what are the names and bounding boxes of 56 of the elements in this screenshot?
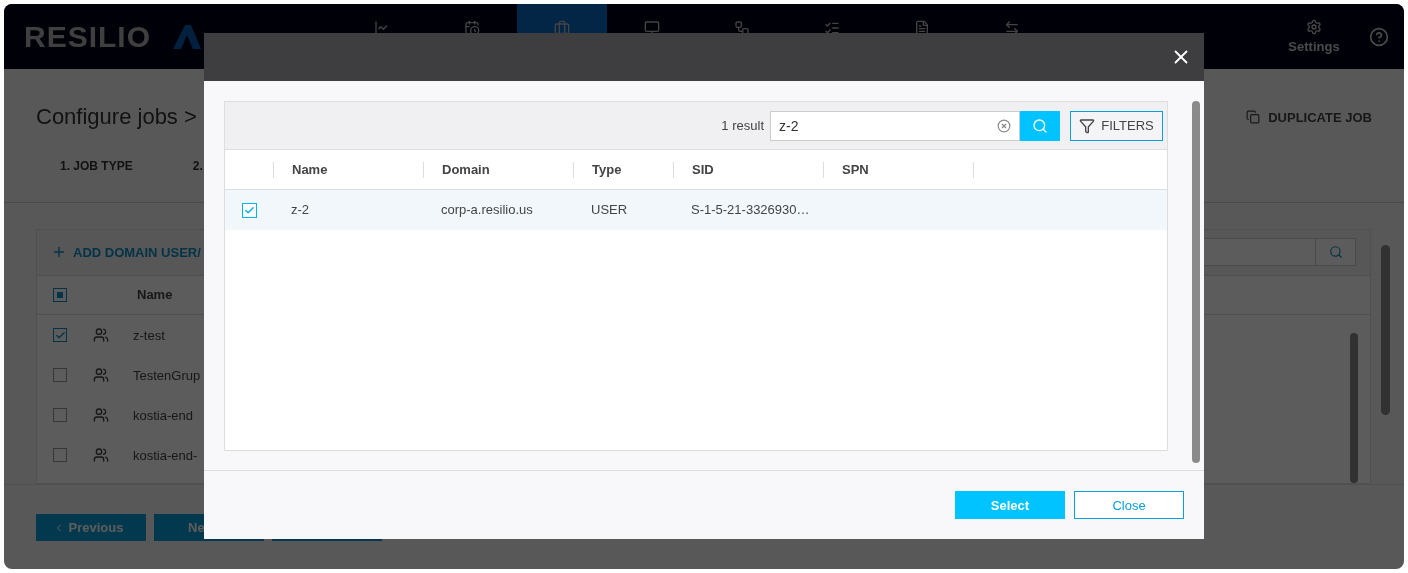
row-checkbox[interactable] <box>53 328 67 342</box>
table-cell: z-test <box>133 327 165 343</box>
settings-button[interactable]: Settings <box>1274 19 1354 54</box>
previous-button[interactable]: Previous <box>36 514 146 541</box>
table-cell: TestenGrup <box>133 367 201 383</box>
logo: RESILIO <box>24 19 151 54</box>
scrollbar[interactable] <box>1192 101 1200 463</box>
scrollbar[interactable] <box>1381 245 1390 415</box>
duplicate-job-button[interactable]: DUPLICATE JOB <box>1246 109 1372 125</box>
group-icon <box>93 447 109 463</box>
select-button[interactable]: Select <box>955 491 1065 519</box>
checkmark-icon <box>243 204 255 216</box>
search-icon <box>1328 245 1343 260</box>
scrollbar[interactable] <box>1350 333 1358 483</box>
filters-button[interactable]: FILTERS <box>1070 110 1163 141</box>
search-button[interactable] <box>1020 110 1060 141</box>
nav-icon <box>914 20 930 36</box>
nav-icon <box>734 20 750 36</box>
close-button[interactable]: Close <box>1074 491 1184 519</box>
nav-icon <box>464 20 480 36</box>
table-cell: kostia-end- <box>133 447 198 463</box>
add-domain-user-button[interactable]: ADD DOMAIN USER/ <box>51 244 201 261</box>
search-field[interactable]: z-2 <box>770 110 1020 141</box>
table-cell: kostia-end <box>133 407 193 423</box>
group-icon <box>93 367 109 383</box>
table-cell: z-2 <box>291 202 310 217</box>
column-header: SPN <box>823 161 973 178</box>
row-checkbox[interactable] <box>53 368 67 382</box>
nav-icon <box>824 20 840 36</box>
row-checkbox[interactable] <box>241 202 257 218</box>
column-header: Name <box>273 161 423 178</box>
result-count: 1 result <box>721 118 764 133</box>
column-header: Domain <box>423 161 573 178</box>
checkmark-icon <box>54 329 66 341</box>
clear-icon[interactable] <box>997 118 1011 133</box>
table-cell: S-1-5-21-3326930… <box>691 202 810 217</box>
table-cell: USER <box>591 202 628 217</box>
nav-icon <box>554 20 570 36</box>
step-tab[interactable]: 1. JOB TYPE <box>60 159 133 202</box>
search-icon <box>1032 117 1048 134</box>
column-header: SID <box>673 161 823 178</box>
filter-icon <box>1079 117 1096 134</box>
column-header: Name <box>137 287 173 303</box>
logo-mark-icon <box>171 22 203 51</box>
settings-icon <box>1306 19 1322 35</box>
row-checkbox[interactable] <box>53 408 67 422</box>
group-icon <box>93 327 109 343</box>
group-icon <box>93 407 109 423</box>
copy-icon <box>1246 110 1261 124</box>
select-all-checkbox[interactable] <box>53 287 67 302</box>
page-title: Configure jobs > <box>36 104 197 130</box>
column-header: Type <box>573 161 673 178</box>
table-cell: corp-a.resilio.us <box>441 202 533 217</box>
row-checkbox[interactable] <box>53 448 67 462</box>
step-tab[interactable]: 2. <box>192 159 203 202</box>
help-icon[interactable] <box>1369 26 1389 47</box>
